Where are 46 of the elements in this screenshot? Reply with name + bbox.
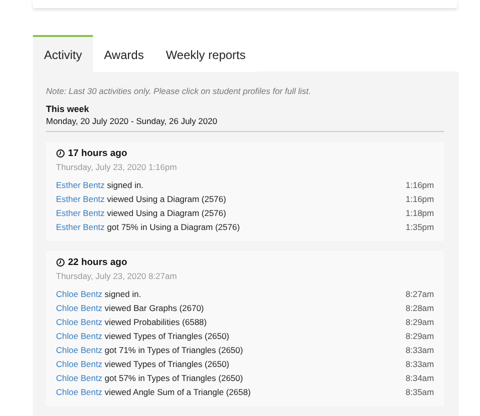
student-link[interactable]: Esther Bentz [56, 180, 105, 190]
activity-time: 8:33am [406, 344, 434, 357]
student-link[interactable]: Chloe Bentz [56, 317, 102, 327]
student-link[interactable]: Chloe Bentz [56, 359, 102, 369]
student-link[interactable]: Chloe Bentz [56, 387, 102, 397]
student-link[interactable]: Chloe Bentz [56, 345, 102, 355]
activity-time: 1:16pm [406, 179, 434, 192]
activity-text: Chloe Bentz viewed Angle Sum of a Triangle (2658) [56, 386, 251, 399]
student-link[interactable]: Chloe Bentz [56, 373, 102, 383]
time-ago: 17 hours ago [68, 148, 128, 159]
student-link[interactable]: Esther Bentz [56, 222, 105, 232]
activity-text: Chloe Bentz viewed Types of Triangles (2650) [56, 330, 230, 343]
activity-text: Esther Bentz viewed Using a Diagram (2576) [56, 193, 226, 206]
activity-time: 8:29am [406, 316, 434, 329]
activity-time: 1:35pm [406, 221, 434, 234]
activity-time: 8:34am [406, 372, 434, 385]
student-link[interactable]: Chloe Bentz [56, 289, 102, 299]
note-text: Note: Last 30 activities only. Please click on student profiles for full list. [46, 86, 312, 96]
activity-text: Chloe Bentz got 71% in Types of Triangles (2650) [56, 344, 243, 357]
tab[interactable]: Activity [33, 35, 94, 72]
activity-time: 8:27am [406, 288, 434, 301]
activity-text: Esther Bentz got 75% in Using a Diagram (2576) [56, 221, 240, 234]
activity-time: 8:33am [406, 358, 434, 371]
clock-icon [56, 149, 65, 158]
activity-text: Chloe Bentz viewed Bar Graphs (2670) [56, 302, 204, 315]
group-date: Thursday, July 23, 2020 8:27am [56, 271, 178, 281]
week-title: This week [46, 104, 90, 114]
clock-icon [56, 258, 65, 267]
week-range: Monday, 20 July 2020 - Sunday, 26 July 2020 [46, 116, 218, 126]
activity-time: 8:35am [406, 386, 434, 399]
activity-time: 8:29am [406, 330, 434, 343]
student-link[interactable]: Esther Bentz [56, 194, 105, 204]
activity-text: Chloe Bentz got 57% in Types of Triangles (2650) [56, 372, 243, 385]
activity-time: 1:16pm [406, 193, 434, 206]
student-link[interactable]: Chloe Bentz [56, 303, 102, 313]
activity-text: Esther Bentz signed in. [56, 179, 144, 192]
activity-time: 1:18pm [406, 207, 434, 220]
student-link[interactable]: Chloe Bentz [56, 331, 102, 341]
group-date: Thursday, July 23, 2020 1:16pm [56, 162, 178, 172]
activity-text: Chloe Bentz viewed Probabilities (6588) [56, 316, 207, 329]
activity-time: 8:28am [406, 302, 434, 315]
activity-text: Esther Bentz viewed Using a Diagram (2576) [56, 207, 226, 220]
student-link[interactable]: Esther Bentz [56, 208, 105, 218]
activity-text: Chloe Bentz viewed Types of Triangles (2650) [56, 358, 230, 371]
time-ago: 22 hours ago [68, 257, 128, 268]
activity-text: Chloe Bentz signed in. [56, 288, 142, 301]
